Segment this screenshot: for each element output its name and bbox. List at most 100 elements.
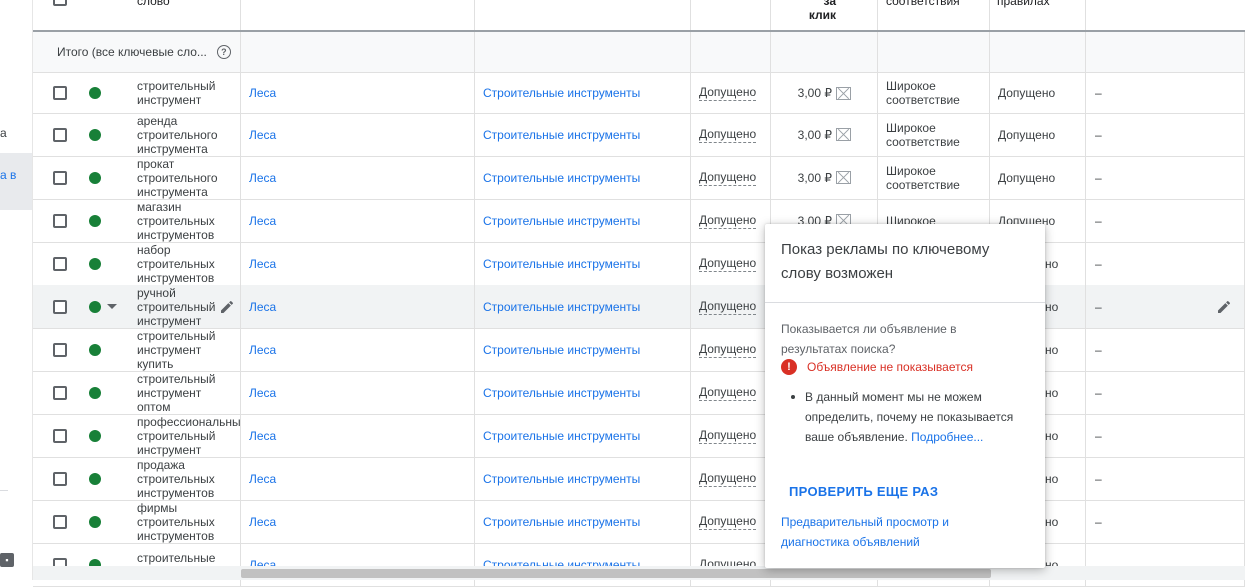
campaign-link[interactable]: Строительные инструменты — [483, 472, 640, 486]
max-cpc-value[interactable]: 3,00 ₽ — [798, 128, 832, 142]
max-cpc-value[interactable]: 3,00 ₽ — [798, 86, 832, 100]
scrollbar-thumb[interactable] — [241, 569, 991, 578]
table-row[interactable]: продажа строительных инструментов Леса Стр… — [33, 457, 1245, 501]
keyword-status[interactable]: Допущено — [699, 385, 757, 401]
horizontal-scrollbar[interactable] — [33, 566, 1245, 580]
keyword-text[interactable]: строительный инструмент — [137, 79, 215, 107]
keyword-status[interactable]: Допущено — [699, 428, 757, 444]
keyword-column-header[interactable]: слово — [137, 0, 170, 8]
ad-group-link[interactable]: Леса — [249, 214, 276, 228]
status-dropdown-icon[interactable] — [107, 304, 117, 309]
chat-icon[interactable]: ▪ — [0, 553, 14, 567]
row-checkbox[interactable] — [53, 213, 67, 228]
ad-group-link[interactable]: Леса — [249, 429, 276, 443]
row-checkbox[interactable] — [53, 514, 67, 529]
keyword-text[interactable]: строительный инструмент оптом — [137, 372, 215, 414]
nav-item-partial[interactable]: а — [0, 126, 7, 140]
help-icon[interactable]: ? — [216, 45, 231, 59]
table-row[interactable]: строительный инструмент оптом Леса Строите… — [33, 371, 1245, 415]
ad-group-link[interactable]: Леса — [249, 343, 276, 357]
ad-group-link[interactable]: Леса — [249, 515, 276, 529]
table-row[interactable]: ручной строительный инструмент Леса Строит… — [33, 285, 1245, 329]
keyword-text[interactable]: профессиональны строительный инструмент — [137, 415, 240, 457]
keyword-status[interactable]: Допущено — [699, 514, 757, 530]
keyword-text[interactable]: фирмы строительных инструментов — [137, 501, 215, 543]
keyword-text[interactable]: магазин строительных инструментов — [137, 200, 215, 242]
row-checkbox[interactable] — [53, 170, 67, 185]
row-checkbox[interactable] — [53, 299, 67, 314]
keyword-status[interactable]: Допущено — [699, 471, 757, 487]
policy-column-header[interactable]: правилах — [997, 0, 1050, 8]
campaign-link[interactable]: Строительные инструменты — [483, 429, 640, 443]
keyword-text[interactable]: строительный инструмент купить — [137, 329, 215, 371]
enabled-status-dot[interactable] — [89, 257, 101, 270]
table-row[interactable]: аренда строительного инструмента Леса Стро… — [33, 113, 1245, 157]
campaign-link[interactable]: Строительные инструменты — [483, 128, 640, 142]
table-row[interactable]: прокат строительного инструмента Леса Стро… — [33, 156, 1245, 200]
row-checkbox[interactable] — [53, 86, 67, 100]
enabled-status-dot[interactable] — [89, 214, 101, 227]
table-row[interactable]: набор строительных инструментов Леса Строи… — [33, 242, 1245, 286]
edit-pencil-icon[interactable] — [219, 299, 235, 315]
nav-item-selected[interactable]: а в — [0, 153, 32, 210]
table-row[interactable]: строительные инструментыЛесаСтроительные… — [33, 543, 1245, 587]
enabled-status-dot[interactable] — [89, 300, 101, 313]
keyword-text[interactable]: ручной строительный инструмент — [137, 286, 215, 328]
learn-more-link[interactable]: Подробнее... — [911, 430, 983, 444]
check-again-button[interactable]: ПРОВЕРИТЬ ЕЩЕ РАЗ — [789, 484, 938, 499]
enabled-status-dot[interactable] — [89, 472, 101, 485]
max-cpc-value[interactable]: 3,00 ₽ — [798, 171, 832, 185]
row-checkbox[interactable] — [53, 342, 67, 357]
ad-group-link[interactable]: Леса — [249, 171, 276, 185]
enabled-status-dot[interactable] — [89, 343, 101, 356]
table-row[interactable]: фирмы строительных инструментов Леса Строи… — [33, 500, 1245, 544]
row-checkbox[interactable] — [53, 127, 67, 142]
table-row[interactable]: строительный инструмент купить Леса Строит… — [33, 328, 1245, 372]
keyword-status[interactable]: Допущено — [699, 256, 757, 272]
row-edit-pencil-icon[interactable] — [1216, 299, 1232, 315]
ad-group-link[interactable]: Леса — [249, 86, 276, 100]
campaign-link[interactable]: Строительные инструменты — [483, 86, 640, 100]
campaign-link[interactable]: Строительные инструменты — [483, 386, 640, 400]
bid-simulator-icon[interactable] — [836, 171, 851, 184]
enabled-status-dot[interactable] — [89, 386, 101, 399]
row-checkbox[interactable] — [53, 256, 67, 271]
ad-group-link[interactable]: Леса — [249, 300, 276, 314]
row-checkbox[interactable] — [53, 471, 67, 486]
keyword-status[interactable]: Допущено — [699, 213, 757, 229]
select-all-checkbox[interactable] — [53, 0, 67, 6]
keyword-text[interactable]: продажа строительных инструментов — [137, 458, 215, 500]
keyword-status[interactable]: Допущено — [699, 299, 757, 315]
enabled-status-dot[interactable] — [89, 429, 101, 442]
row-checkbox[interactable] — [53, 385, 67, 400]
ad-group-link[interactable]: Леса — [249, 128, 276, 142]
table-row[interactable]: магазин строительных инструментов Леса Стр… — [33, 199, 1245, 243]
enabled-status-dot[interactable] — [89, 171, 101, 184]
row-checkbox[interactable] — [53, 428, 67, 443]
keyword-text[interactable]: набор строительных инструментов — [137, 243, 215, 285]
table-row[interactable]: профессиональны строительный инструмент Л… — [33, 414, 1245, 458]
enabled-status-dot[interactable] — [89, 87, 101, 99]
bid-simulator-icon[interactable] — [836, 128, 851, 141]
keyword-text[interactable]: прокат строительного инструмента — [137, 157, 218, 199]
campaign-link[interactable]: Строительные инструменты — [483, 343, 640, 357]
keyword-status[interactable]: Допущено — [699, 85, 757, 101]
keyword-status[interactable]: Допущено — [699, 342, 757, 358]
enabled-status-dot[interactable] — [89, 515, 101, 528]
ad-group-link[interactable]: Леса — [249, 257, 276, 271]
enabled-status-dot[interactable] — [89, 128, 101, 141]
ad-group-link[interactable]: Леса — [249, 386, 276, 400]
campaign-link[interactable]: Строительные инструменты — [483, 171, 640, 185]
ad-group-link[interactable]: Леса — [249, 472, 276, 486]
keyword-status[interactable]: Допущено — [699, 127, 757, 143]
bid-header-line1[interactable]: за — [824, 0, 836, 8]
keyword-text[interactable]: аренда строительного инструмента — [137, 114, 218, 156]
bid-simulator-icon[interactable] — [836, 86, 851, 100]
keyword-status[interactable]: Допущено — [699, 170, 757, 186]
table-row[interactable]: строительный инструмент Леса Строительные … — [33, 73, 1245, 114]
campaign-link[interactable]: Строительные инструменты — [483, 257, 640, 271]
bid-header-line2[interactable]: клик — [809, 8, 836, 22]
ad-preview-diagnosis-link[interactable]: Предварительный просмотр и диагностика о… — [781, 512, 1011, 552]
campaign-link[interactable]: Строительные инструменты — [483, 300, 640, 314]
campaign-link[interactable]: Строительные инструменты — [483, 515, 640, 529]
